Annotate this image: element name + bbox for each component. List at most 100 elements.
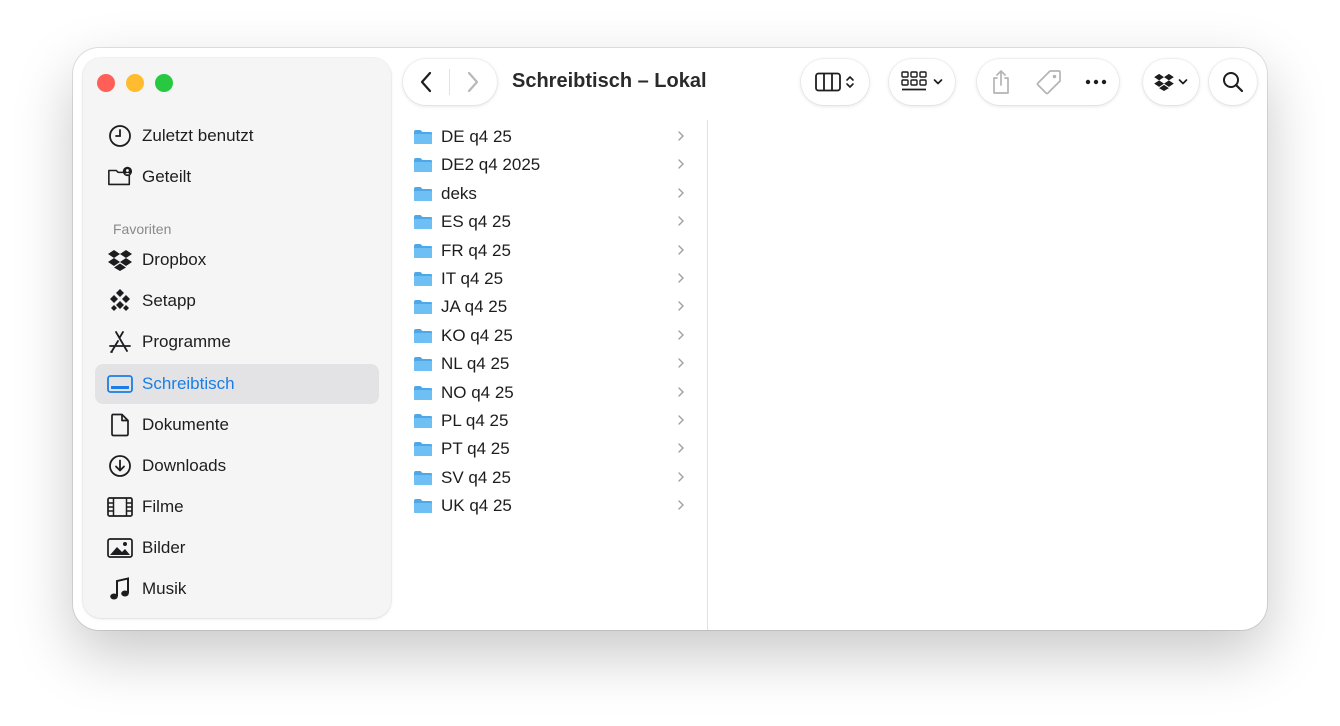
list-item[interactable]: PL q4 25 <box>413 407 693 435</box>
chevron-right-icon <box>678 472 684 482</box>
search-icon <box>1223 72 1244 93</box>
list-item[interactable]: JA q4 25 <box>413 293 693 321</box>
dropbox-button[interactable] <box>1143 59 1199 105</box>
favorites-header: Favoriten <box>113 221 172 237</box>
share-icon <box>993 70 1009 94</box>
finder-window: Zuletzt benutzt Geteilt Favoriten Dropbo… <box>73 48 1267 630</box>
chevron-right-icon <box>678 273 684 283</box>
list-item[interactable]: ES q4 25 <box>413 208 693 236</box>
sidebar-item-label: Bilder <box>142 538 186 557</box>
sidebar-item-documents[interactable]: Dokumente <box>95 405 379 445</box>
sidebar-item-label: Geteilt <box>142 167 192 186</box>
sidebar-item-downloads[interactable]: Downloads <box>95 446 379 486</box>
chevron-right-icon <box>678 386 684 397</box>
desktop-icon <box>107 371 133 397</box>
folder-icon <box>414 414 432 428</box>
close-button[interactable] <box>97 74 115 92</box>
tag-button[interactable] <box>1025 69 1073 95</box>
search-button[interactable] <box>1209 59 1257 105</box>
sidebar-item-label: Setapp <box>142 291 196 310</box>
list-item[interactable]: SV q4 25 <box>413 464 693 492</box>
film-icon <box>107 494 133 520</box>
group-button[interactable] <box>889 59 955 105</box>
file-name: PT q4 25 <box>441 439 510 459</box>
folder-icon <box>414 158 432 173</box>
sidebar-item-label: Downloads <box>142 456 227 475</box>
sidebar-item-label: Programme <box>142 332 231 351</box>
sidebar-item-label: Dokumente <box>142 415 229 434</box>
chevron-right-icon <box>678 159 684 170</box>
sidebar-item-pictures[interactable]: Bilder <box>95 528 379 568</box>
folder-icon <box>414 272 432 286</box>
file-name: SV q4 25 <box>441 467 511 487</box>
chevron-right-icon <box>678 301 684 312</box>
folder-icon <box>414 357 432 372</box>
sidebar-item-movies[interactable]: Filme <box>95 487 379 527</box>
folder-icon <box>414 328 432 343</box>
sidebar-item-dropbox[interactable]: Dropbox <box>95 240 379 280</box>
folder-icon <box>414 243 432 258</box>
dropbox-icon <box>1154 73 1174 91</box>
minimize-button[interactable] <box>126 74 144 92</box>
back-button[interactable] <box>403 71 449 93</box>
list-item[interactable]: DE q4 25 <box>413 123 693 151</box>
chevron-right-icon <box>467 71 479 93</box>
file-name: NO q4 25 <box>441 382 514 402</box>
sidebar-item-recents[interactable]: Zuletzt benutzt <box>95 116 379 156</box>
chevron-down-icon <box>1178 79 1188 85</box>
folder-icon <box>414 499 432 514</box>
file-name: JA q4 25 <box>441 297 508 317</box>
preview-pane <box>708 120 1267 630</box>
folder-icon <box>414 130 432 144</box>
share-button[interactable] <box>977 69 1025 95</box>
sidebar-item-applications[interactable]: Programme <box>95 322 379 362</box>
clock-icon <box>107 123 133 149</box>
photo-icon <box>107 535 133 561</box>
document-icon <box>107 412 133 438</box>
sidebar-item-label: Dropbox <box>142 250 207 269</box>
view-mode-button[interactable] <box>801 59 869 105</box>
chevron-up-down-icon <box>846 76 854 88</box>
sidebar-item-desktop[interactable]: Schreibtisch <box>95 364 379 404</box>
actions-toolbar <box>977 59 1119 105</box>
list-item[interactable]: DE2 q4 2025 <box>413 151 693 179</box>
list-item[interactable]: NO q4 25 <box>413 379 693 407</box>
file-column: DE q4 25 DE2 q4 2025 deks ES q4 25 FR q4… <box>403 120 708 630</box>
sidebar-item-label: Zuletzt benutzt <box>142 126 254 145</box>
chevron-left-icon <box>420 71 432 93</box>
list-item[interactable]: IT q4 25 <box>413 265 693 293</box>
chevron-right-icon <box>678 443 684 454</box>
file-name: deks <box>441 183 477 203</box>
download-icon <box>107 453 133 479</box>
chevron-right-icon <box>678 415 684 425</box>
chevron-right-icon <box>678 188 684 198</box>
folder-icon <box>414 470 432 485</box>
tag-icon <box>1036 70 1061 95</box>
file-name: ES q4 25 <box>441 212 511 232</box>
list-item[interactable]: FR q4 25 <box>413 237 693 265</box>
music-icon <box>107 576 133 602</box>
dropbox-icon <box>107 247 133 273</box>
folder-icon <box>414 186 432 201</box>
shared-folder-icon <box>107 164 133 190</box>
list-item[interactable]: deks <box>413 180 693 208</box>
more-button[interactable] <box>1073 79 1119 85</box>
sidebar-item-label: Filme <box>142 497 184 516</box>
chevron-right-icon <box>678 500 684 510</box>
navigation-controls <box>403 59 497 105</box>
list-item[interactable]: UK q4 25 <box>413 492 693 520</box>
folder-icon <box>414 442 432 457</box>
list-item[interactable]: NL q4 25 <box>413 350 693 378</box>
sidebar-item-label: Schreibtisch <box>142 374 235 393</box>
sidebar-item-shared[interactable]: Geteilt <box>95 157 379 197</box>
forward-button[interactable] <box>450 71 496 93</box>
file-name: IT q4 25 <box>441 269 504 288</box>
sidebar-item-music[interactable]: Musik <box>95 569 379 609</box>
list-item[interactable]: KO q4 25 <box>413 322 693 350</box>
setapp-icon <box>107 288 133 314</box>
zoom-button[interactable] <box>155 74 173 92</box>
list-item[interactable]: PT q4 25 <box>413 435 693 463</box>
more-icon <box>1085 79 1107 85</box>
traffic-lights <box>97 74 173 92</box>
sidebar-item-setapp[interactable]: Setapp <box>95 281 379 321</box>
